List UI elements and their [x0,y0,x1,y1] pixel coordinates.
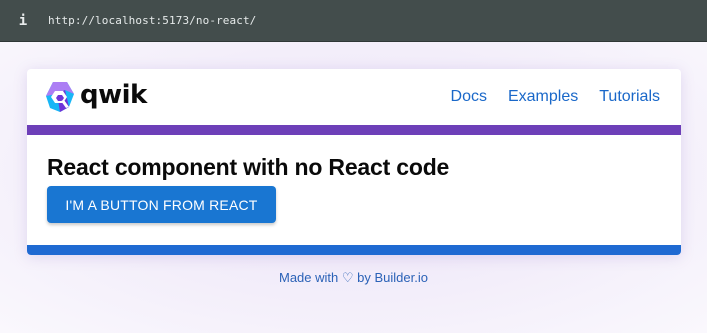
site-header: qwik Docs Examples Tutorials [27,69,681,125]
site-footer: Made with ♡ by Builder.io [0,270,707,286]
heart-icon: ♡ [341,270,354,285]
nav-link-tutorials[interactable]: Tutorials [599,88,660,106]
qwik-logo[interactable]: qwik [45,80,147,113]
info-icon[interactable]: i [16,13,30,29]
builder-io-link[interactable]: by Builder.io [357,270,428,285]
main-nav: Docs Examples Tutorials [430,88,660,106]
url-text[interactable]: http://localhost:5173/no-react/ [48,14,256,27]
page-body: qwik Docs Examples Tutorials React compo… [0,42,707,333]
footer-accent-stripe [27,245,681,255]
nav-link-docs[interactable]: Docs [451,88,487,106]
header-accent-stripe [27,125,681,135]
qwik-logo-icon [46,82,74,112]
nav-link-examples[interactable]: Examples [508,88,578,106]
logo-text: qwik [80,80,147,110]
main-content: React component with no React code I'M A… [27,135,681,245]
browser-address-bar: i http://localhost:5173/no-react/ [0,0,707,42]
page-title: React component with no React code [47,154,450,180]
react-button[interactable]: I'M A BUTTON FROM REACT [47,186,276,223]
app-card: qwik Docs Examples Tutorials React compo… [27,69,681,255]
footer-text-before: Made with [279,270,339,285]
